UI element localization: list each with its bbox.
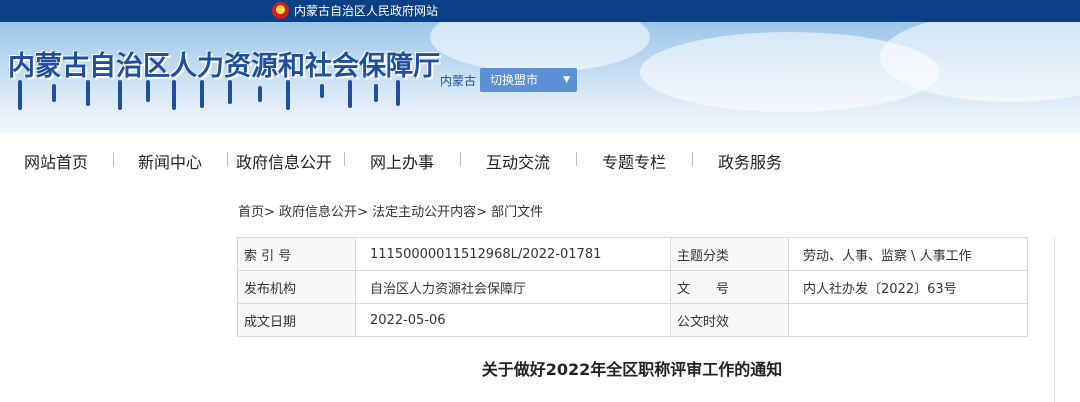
nav-separator (113, 152, 114, 166)
nav-item-news[interactable]: 新闻中心 (138, 149, 202, 173)
table-row: 成文日期 2022-05-06 公文时效 (237, 303, 1028, 337)
index-value: 11150000011512968L/2022-01781 (355, 237, 671, 271)
date-value: 2022-05-06 (355, 303, 671, 337)
category-value: 劳动、人事、监察 \ 人事工作 (788, 237, 1028, 271)
banner-cloud (430, 22, 650, 72)
validity-label: 公文时效 (670, 303, 789, 337)
category-label: 主题分类 (670, 237, 789, 271)
nav-separator (692, 152, 693, 166)
mongolian-script-title (14, 80, 404, 114)
caret-down-icon: ▼ (563, 75, 570, 85)
index-label: 索 引 号 (237, 237, 356, 271)
city-switch-select[interactable]: 切换盟市 ▼ (480, 68, 577, 92)
issuer-value: 自治区人力资源社会保障厅 (355, 270, 671, 304)
nav-item-topics[interactable]: 专题专栏 (602, 149, 666, 173)
site-banner: 内蒙古自治区人力资源和社会保障厅 内蒙古 切换盟市 ▼ (0, 22, 1080, 134)
national-emblem-icon (272, 2, 289, 19)
nav-item-home[interactable]: 网站首页 (24, 149, 88, 173)
city-select-label: 切换盟市 (490, 73, 539, 87)
breadcrumb-dept-docs[interactable]: 部门文件 (491, 205, 543, 220)
nav-item-interaction[interactable]: 互动交流 (486, 149, 550, 173)
breadcrumb-gov-info[interactable]: 政府信息公开 (279, 205, 357, 220)
document-meta-table: 索 引 号 11150000011512968L/2022-01781 主题分类… (237, 237, 1028, 337)
nav-item-gov-info[interactable]: 政府信息公开 (236, 149, 332, 173)
nav-separator (227, 152, 228, 166)
table-row: 发布机构 自治区人力资源社会保障厅 文 号 内人社办发〔2022〕63号 (237, 270, 1028, 304)
nav-item-online-service[interactable]: 网上办事 (370, 149, 434, 173)
article-title: 关于做好2022年全区职称评审工作的通知 (481, 360, 783, 379)
date-label: 成文日期 (237, 303, 356, 337)
doc-no-label: 文 号 (670, 270, 789, 304)
breadcrumb: 首页> 政府信息公开> 法定主动公开内容> 部门文件 (238, 205, 544, 220)
nav-separator (344, 152, 345, 166)
main-nav: 网站首页 新闻中心 政府信息公开 网上办事 互动交流 专题专栏 政务服务 (0, 136, 1080, 180)
doc-no-value: 内人社办发〔2022〕63号 (788, 270, 1028, 304)
nav-item-gov-service[interactable]: 政务服务 (718, 149, 782, 173)
validity-value (788, 303, 1028, 337)
gov-site-link[interactable]: 内蒙古自治区人民政府网站 (294, 0, 438, 22)
site-title[interactable]: 内蒙古自治区人力资源和社会保障厅 (8, 44, 440, 83)
issuer-label: 发布机构 (237, 270, 356, 304)
nav-separator (576, 152, 577, 166)
breadcrumb-home[interactable]: 首页 (238, 205, 264, 220)
table-row: 索 引 号 11150000011512968L/2022-01781 主题分类… (237, 237, 1028, 271)
region-label: 内蒙古 (440, 74, 477, 88)
gov-topbar: 内蒙古自治区人民政府网站 (0, 0, 1080, 22)
nav-separator (460, 152, 461, 166)
breadcrumb-statutory[interactable]: 法定主动公开内容 (372, 205, 476, 220)
